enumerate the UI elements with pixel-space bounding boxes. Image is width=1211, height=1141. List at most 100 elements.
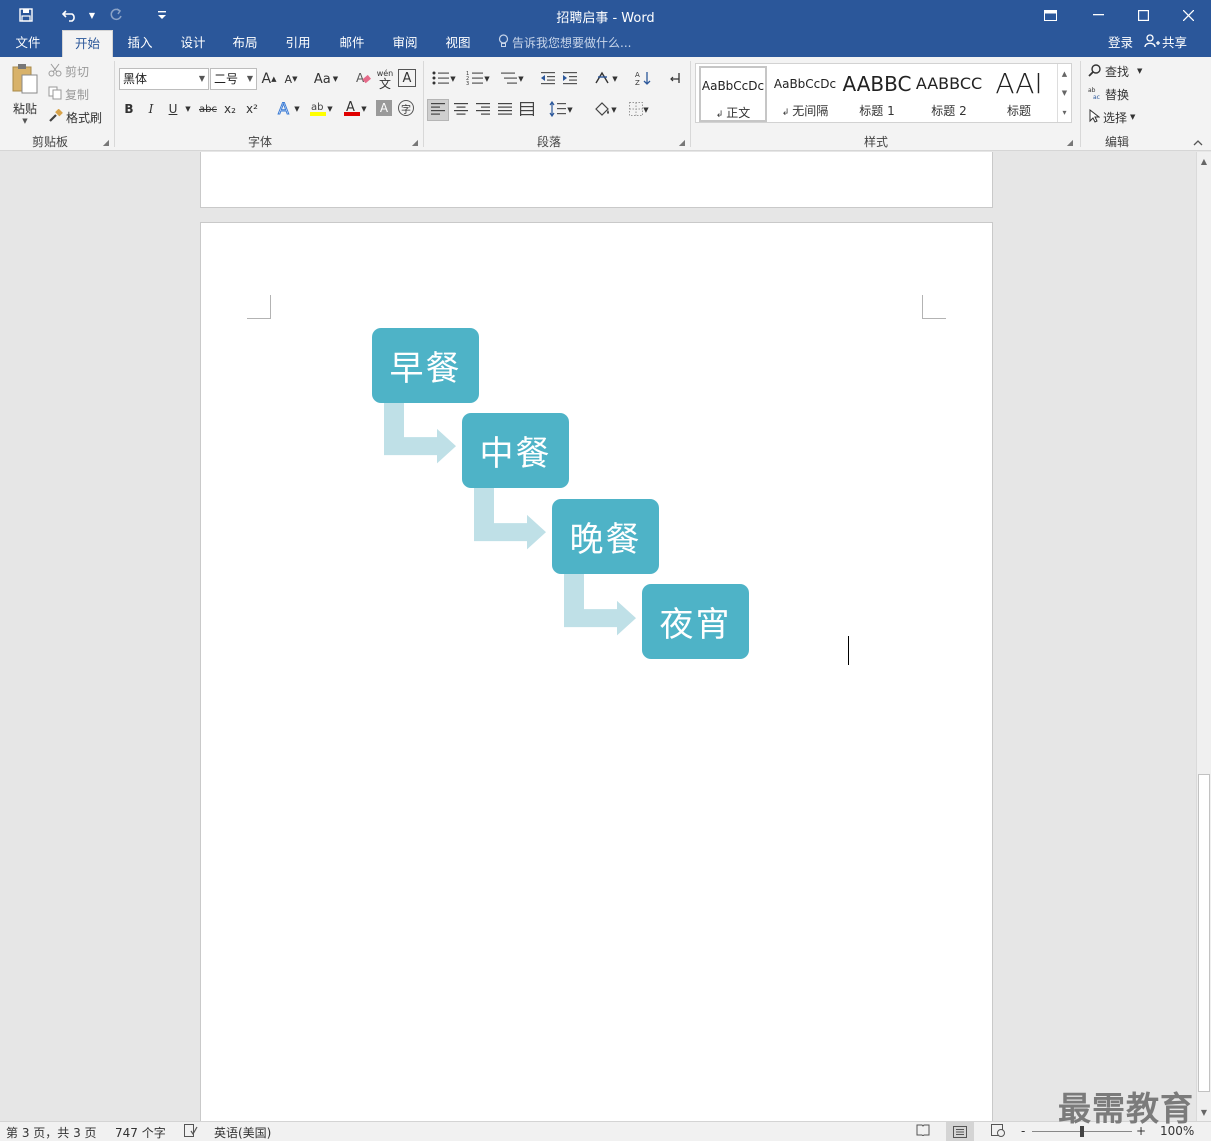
decrease-indent-icon [540,71,556,88]
tell-me-box[interactable]: 告诉我您想要做什么... [498,30,631,57]
enclose-characters-button[interactable]: 字 [398,100,414,116]
paragraph-launcher-icon[interactable]: ◢ [677,137,687,147]
paste-label: 粘贴 [12,102,37,116]
increase-indent-button[interactable] [560,69,580,89]
document-area[interactable]: 早餐 中餐 晚餐 夜宵 [0,152,1196,1121]
highlight-color-button[interactable]: ab ▼ [306,98,336,120]
underline-button[interactable]: U [165,99,181,119]
character-border-button[interactable]: A [398,69,416,87]
grow-font-button[interactable]: A ▲ [261,69,277,89]
style-normal[interactable]: AaBbCcDc ↲ 正文 [699,66,767,122]
style-heading-1[interactable]: AABBC 标题 1 [842,66,912,122]
minimize-icon[interactable] [1075,0,1121,30]
tab-review[interactable]: 审阅 [380,30,430,57]
maximize-icon[interactable] [1120,0,1166,30]
tab-layout[interactable]: 布局 [220,30,270,57]
line-spacing-button[interactable]: ▼ [545,99,577,121]
web-layout-icon[interactable] [991,1124,1005,1140]
justify-button[interactable] [495,99,515,121]
align-right-button[interactable] [473,99,493,121]
format-painter-button[interactable]: 格式刷 [48,108,102,126]
styles-scroll-up-icon[interactable]: ▲ [1057,64,1071,83]
bold-button[interactable]: B [121,99,137,119]
copy-button[interactable]: 复制 [48,85,89,103]
language-indicator[interactable]: 英语(美国) [214,1124,271,1141]
tab-references[interactable]: 引用 [273,30,323,57]
font-color-button[interactable]: A ▼ [340,98,370,120]
chinese-layout-button[interactable]: ▼ [590,69,622,89]
character-shading-button[interactable]: A [376,100,392,116]
replace-icon: ab ac [1088,86,1102,103]
underline-dropdown-icon[interactable]: ▼ [183,99,193,119]
decrease-indent-button[interactable] [538,69,558,89]
styles-launcher-icon[interactable]: ◢ [1065,137,1075,147]
cut-button[interactable]: 剪切 [48,62,89,80]
tab-view[interactable]: 视图 [433,30,483,57]
tab-insert[interactable]: 插入 [115,30,165,57]
word-count[interactable]: 747 个字 [115,1124,166,1141]
login-button[interactable]: 登录 [1108,30,1133,56]
strikethrough-button[interactable]: abc [197,99,219,119]
show-formatting-marks-button[interactable] [665,69,685,89]
smartart-step-lunch[interactable]: 中餐 [462,413,569,488]
sort-button[interactable]: AZ [633,69,653,89]
collapse-ribbon-icon[interactable] [1191,137,1205,149]
proofing-icon[interactable] [184,1124,198,1140]
vertical-scrollbar[interactable]: ▲ ▼ [1196,152,1211,1121]
style-heading-2[interactable]: AABBCC 标题 2 [914,66,984,122]
scroll-up-icon[interactable]: ▲ [1197,154,1211,168]
title-bar: ▼ 招聘启事 - Word [0,0,1211,30]
tab-mailings[interactable]: 邮件 [327,30,377,57]
subscript-button[interactable]: x₂ [221,99,239,119]
scrollbar-thumb[interactable] [1198,774,1210,1092]
shading-button[interactable]: ▼ [589,99,621,121]
font-launcher-icon[interactable]: ◢ [410,137,420,147]
styles-scroll-down-icon[interactable]: ▼ [1057,83,1071,102]
print-layout-icon[interactable] [946,1122,974,1141]
select-button[interactable]: 选择 ▼ [1088,108,1135,126]
scroll-down-icon[interactable]: ▼ [1197,1105,1211,1119]
current-page[interactable]: 早餐 中餐 晚餐 夜宵 [200,222,993,1121]
paste-button[interactable]: 粘贴 ▼ [6,61,44,127]
tab-file[interactable]: 文件 [0,30,56,57]
align-right-icon [476,102,490,118]
read-mode-icon[interactable] [916,1124,930,1139]
smartart-step-dinner[interactable]: 晚餐 [552,499,659,574]
ribbon-tabs: 文件 开始 插入 设计 布局 引用 邮件 审阅 视图 告诉我您想要做什么... … [0,30,1211,57]
tab-home[interactable]: 开始 [62,30,113,57]
copy-icon [48,86,62,103]
shrink-font-button[interactable]: A ▼ [283,69,299,89]
find-button[interactable]: 查找 ▼ [1088,62,1142,80]
ribbon-display-options-icon[interactable] [1027,0,1073,30]
superscript-button[interactable]: x² [243,99,261,119]
smartart-step-breakfast[interactable]: 早餐 [372,328,479,403]
smartart-step-late-snack[interactable]: 夜宵 [642,584,749,659]
align-center-button[interactable] [451,99,471,121]
style-no-spacing[interactable]: AaBbCcDc ↲ 无间隔 [770,66,840,122]
clipboard-icon [10,63,40,98]
distributed-icon [520,101,534,119]
multilevel-list-button[interactable]: ▼ [496,69,528,89]
distributed-button[interactable] [517,99,537,121]
clipboard-launcher-icon[interactable]: ◢ [101,137,111,147]
font-size-combo[interactable]: 二号 ▼ [210,68,257,90]
share-button[interactable]: 共享 [1144,30,1204,57]
numbering-button[interactable]: 1 2 3 ▼ [462,69,494,89]
text-effects-button[interactable]: A ▼ [274,98,302,120]
close-icon[interactable] [1165,0,1211,30]
tab-design[interactable]: 设计 [168,30,218,57]
style-name: 无间隔 [792,104,829,118]
replace-button[interactable]: ab ac 替换 [1088,85,1129,103]
clear-formatting-button[interactable]: A [354,69,372,89]
bullets-button[interactable]: ▼ [428,69,460,89]
borders-button[interactable]: ▼ [623,99,655,121]
align-left-button[interactable] [427,99,449,121]
style-title[interactable]: AAI 标题 [986,66,1052,122]
page-count[interactable]: 第 3 页，共 3 页 [6,1124,97,1141]
phonetic-guide-button[interactable]: wén 文 [376,67,394,91]
font-name-combo[interactable]: 黑体 ▼ [119,68,209,90]
styles-more-icon[interactable]: ▾ [1057,102,1071,122]
change-case-button[interactable]: Aa ▼ [311,69,341,89]
zoom-out-button[interactable]: - [1021,1124,1025,1138]
italic-button[interactable]: I [143,99,159,119]
